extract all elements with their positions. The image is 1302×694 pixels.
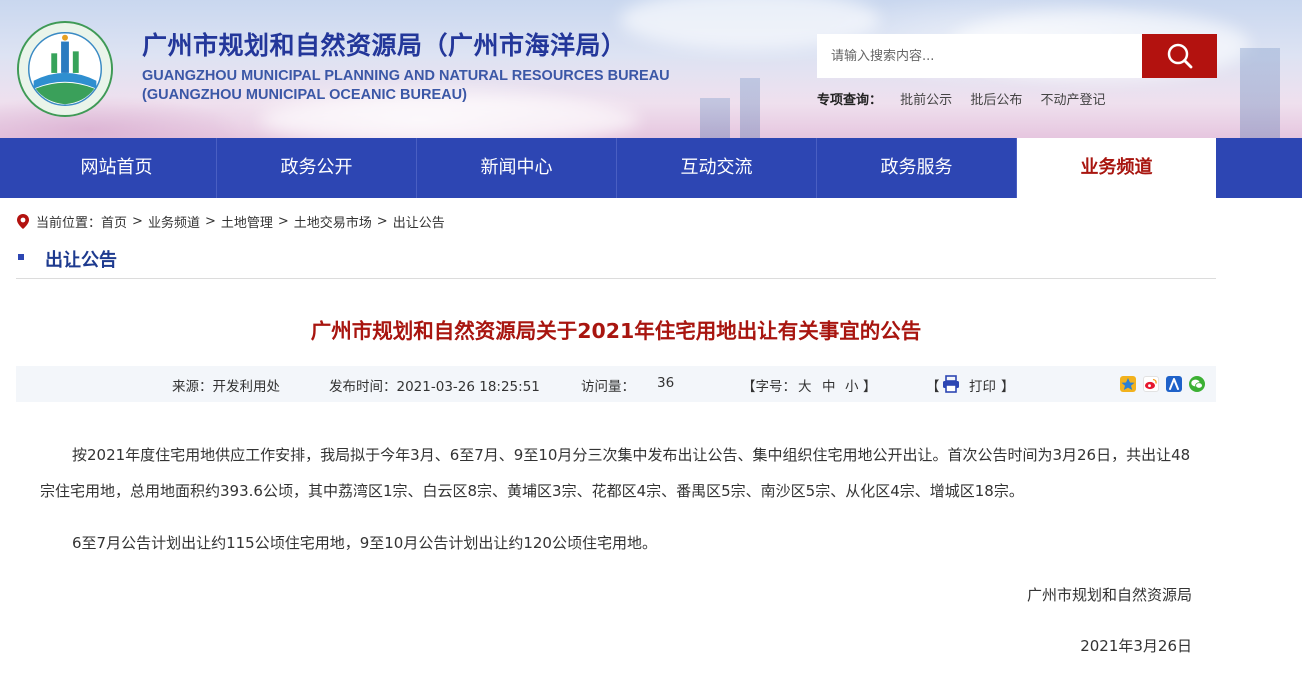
qzone-icon[interactable] [1120,376,1136,392]
search-input[interactable] [817,34,1143,78]
quick-query: 专项查询： 批前公示 批后公布 不动产登记 [817,89,1119,108]
site-title-cn: 广州市规划和自然资源局（广州市海洋局） [142,31,627,60]
article-source: 来源：开发利用处 [172,379,280,395]
site-subtitle-en: (GUANGZHOU MUNICIPAL OCEANIC BUREAU) [142,87,467,103]
article-meta-bar: 来源：开发利用处 发布时间：2021-03-26 18:25:51 访问量： 3… [16,366,1216,402]
visits-label: 访问量： [581,379,635,395]
breadcrumb-business[interactable]: 业务频道 [148,212,200,231]
breadcrumb: 当前位置： 首页 > 业务频道 > 土地管理 > 土地交易市场 > 出让公告 [16,212,445,231]
renren-icon[interactable] [1166,376,1182,392]
article-date: 2021年3月26日 [1080,637,1192,655]
article-paragraph: 按2021年度住宅用地供应工作安排，我局拟于今年3月、6至7月、9至10月分三次… [40,446,1191,500]
breadcrumb-separator: > [204,214,216,229]
header-building [740,78,760,138]
quick-link-post-approval[interactable]: 批后公布 [970,93,1022,108]
breadcrumb-separator: > [277,214,289,229]
quick-query-label: 专项查询： [817,93,883,108]
font-size-close: 】 [863,379,877,395]
nav-item-interaction[interactable]: 互动交流 [617,138,817,198]
visits-count: 36 [657,375,675,391]
main-nav: 网站首页 政务公开 新闻中心 互动交流 政务服务 业务频道 [0,138,1302,198]
quick-link-real-estate[interactable]: 不动产登记 [1040,93,1105,108]
weibo-icon[interactable] [1143,376,1159,392]
breadcrumb-land-market[interactable]: 土地交易市场 [294,212,372,231]
bureau-logo [16,20,114,118]
nav-item-services[interactable]: 政务服务 [817,138,1017,198]
print-button[interactable]: 打印 [969,375,996,395]
breadcrumb-separator: > [132,214,143,229]
breadcrumb-separator: > [376,214,388,229]
print-icon[interactable] [941,374,961,394]
article-paragraph: 6至7月公告计划出让约115公顷住宅用地，9至10月公告计划出让约120公顷住宅… [72,534,657,552]
font-size-large[interactable]: 大 [798,375,812,395]
article-signature: 广州市规划和自然资源局 [1026,586,1192,604]
location-pin-icon [17,214,29,229]
nav-item-home[interactable]: 网站首页 [17,138,217,198]
font-size-medium[interactable]: 中 [822,375,836,395]
header-building [700,98,730,138]
header-building [1240,48,1280,138]
nav-item-government-affairs[interactable]: 政务公开 [217,138,417,198]
nav-item-business[interactable]: 业务频道 [1017,138,1216,198]
font-size-small[interactable]: 小 [845,375,859,395]
breadcrumb-label: 当前位置： [36,216,102,231]
font-size-label: 【字号： [742,379,796,395]
site-header: 广州市规划和自然资源局（广州市海洋局） GUANGZHOU MUNICIPAL … [0,0,1302,138]
print-close-bracket: 】 [1001,379,1015,395]
site-title-en: GUANGZHOU MUNICIPAL PLANNING AND NATURAL… [142,68,670,84]
section-marker [18,254,24,260]
section-header: 出让公告 [16,244,1216,279]
article-publish-time: 发布时间：2021-03-26 18:25:51 [329,379,540,395]
breadcrumb-home[interactable]: 首页 [101,212,127,231]
search-button[interactable] [1142,34,1217,78]
breadcrumb-land-management[interactable]: 土地管理 [221,212,273,231]
nav-item-news[interactable]: 新闻中心 [417,138,617,198]
article-title: 广州市规划和自然资源局关于2021年住宅用地出让有关事宜的公告 [310,319,922,343]
section-title: 出让公告 [45,250,117,271]
breadcrumb-transfer-notice[interactable]: 出让公告 [393,212,445,231]
quick-link-pre-approval[interactable]: 批前公示 [900,93,952,108]
print-open-bracket: 【 [926,379,940,395]
search-icon [1167,43,1192,69]
wechat-icon[interactable] [1189,376,1205,392]
